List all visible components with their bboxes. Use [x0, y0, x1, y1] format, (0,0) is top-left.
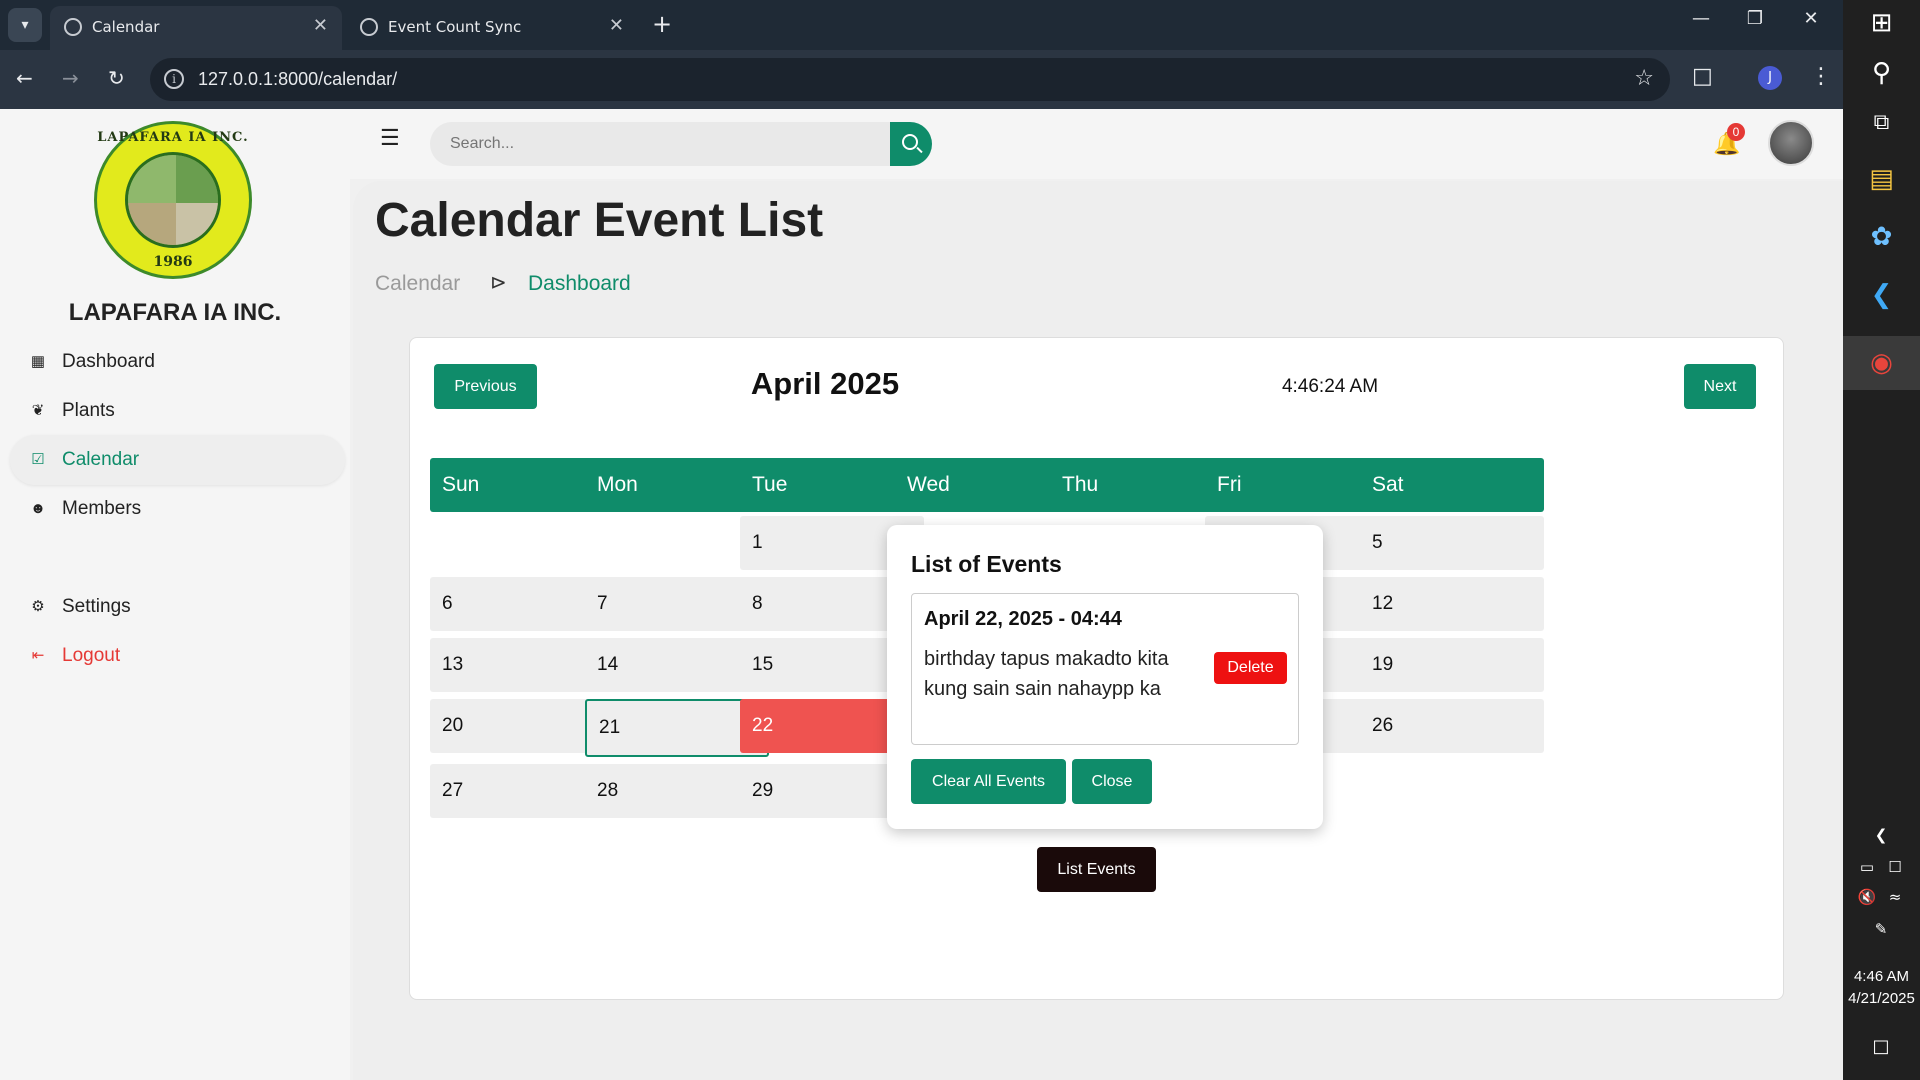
next-month-button[interactable]: Next — [1684, 364, 1756, 409]
close-window-button[interactable]: ✕ — [1786, 8, 1836, 29]
logo-text: LAPAFARA IA INC. — [97, 130, 249, 145]
file-explorer-icon[interactable]: ▤ — [1843, 164, 1920, 194]
calendar-day[interactable]: 26 — [1360, 699, 1544, 753]
menu-dots-icon[interactable]: ⋮ — [1810, 64, 1832, 89]
chevron-left-icon[interactable]: ❮ — [1869, 826, 1893, 844]
event-datetime: April 22, 2025 - 04:44 — [924, 608, 1122, 630]
top-bar: ☰ 🔔 0 — [350, 109, 1843, 179]
start-windows-icon[interactable]: ⊞ — [1843, 8, 1920, 38]
battery-icon[interactable]: ▭ — [1855, 858, 1879, 876]
sidebar-item-calendar[interactable]: ☑ Calendar — [10, 435, 345, 485]
sidebar-item-label: Plants — [62, 400, 115, 421]
calendar-day[interactable]: 12 — [1360, 577, 1544, 631]
search-icon[interactable]: ⚲ — [1843, 58, 1920, 88]
reload-icon[interactable]: ↻ — [108, 66, 125, 90]
tab-title: Calendar — [92, 18, 160, 36]
sidebar-item-members[interactable]: ☻ Members — [10, 484, 345, 534]
browser-toolbar: ← → ↻ i 127.0.0.1:8000/calendar/ ☆ □ J ⋮ — [0, 50, 1843, 109]
sidebar-item-label: Members — [62, 498, 142, 519]
pen-icon[interactable]: ✎ — [1869, 920, 1893, 938]
close-tab-icon[interactable]: ✕ — [609, 15, 624, 36]
tab-event-count-sync[interactable]: Event Count Sync ✕ — [346, 6, 638, 50]
event-description: birthday tapus makadto kita kung sain sa… — [924, 648, 1169, 700]
taskbar-time[interactable]: 4:46 AM — [1843, 968, 1920, 985]
search-button[interactable] — [890, 122, 932, 166]
organization-logo: LAPAFARA IA INC. 1986 — [94, 121, 252, 279]
logout-icon: ⇤ — [31, 647, 45, 664]
task-view-icon[interactable]: ⧉ — [1843, 110, 1920, 135]
wifi-icon[interactable]: ≈ — [1883, 888, 1907, 906]
logo-emblem — [125, 152, 221, 248]
sidebar-item-label: Logout — [62, 645, 121, 666]
copilot-icon[interactable]: ✿ — [1843, 222, 1920, 252]
month-title: April 2025 — [750, 366, 900, 401]
tab-title: Event Count Sync — [388, 18, 522, 36]
address-bar[interactable]: i 127.0.0.1:8000/calendar/ ☆ — [150, 58, 1670, 101]
extensions-icon[interactable]: □ — [1692, 64, 1713, 89]
tab-calendar[interactable]: Calendar ✕ — [50, 6, 342, 50]
breadcrumb-calendar[interactable]: Calendar — [375, 272, 460, 296]
delete-event-button[interactable]: Delete — [1214, 652, 1287, 684]
breadcrumb-separator-icon: ⊳ — [490, 272, 507, 294]
event-item: April 22, 2025 - 04:44 birthday tapus ma… — [911, 593, 1299, 745]
logo-year: 1986 — [153, 254, 193, 270]
web-page: LAPAFARA IA INC. 1986 LAPAFARA IA INC. ▦… — [0, 109, 1843, 1080]
notification-center-icon[interactable]: □ — [1869, 1036, 1893, 1057]
vscode-icon[interactable]: ❮ — [1843, 280, 1920, 310]
modal-title: List of Events — [911, 551, 1062, 577]
live-clock: 4:46:24 AM — [1281, 376, 1379, 397]
list-events-button[interactable]: List Events — [1037, 847, 1156, 892]
browser-tab-bar: ▾ Calendar ✕ Event Count Sync ✕ + — ❐ ✕ — [0, 0, 1843, 50]
page-title: Calendar Event List — [375, 194, 824, 247]
sidebar-item-label: Settings — [62, 596, 131, 617]
search-input[interactable] — [430, 122, 890, 166]
new-tab-button[interactable]: + — [652, 10, 672, 38]
user-avatar[interactable] — [1768, 120, 1814, 166]
forward-icon[interactable]: → — [62, 66, 79, 90]
sidebar-item-label: Dashboard — [62, 351, 155, 372]
calendar-day[interactable]: 5 — [1360, 516, 1544, 570]
globe-icon — [360, 18, 378, 36]
organization-name: LAPAFARA IA INC. — [68, 299, 282, 326]
hamburger-menu-icon[interactable]: ☰ — [380, 125, 400, 151]
device-icon[interactable]: ☐ — [1883, 858, 1907, 876]
bookmark-star-icon[interactable]: ☆ — [1634, 66, 1654, 91]
site-info-icon[interactable]: i — [164, 69, 184, 89]
calendar-check-icon: ☑ — [31, 451, 45, 468]
clear-all-events-button[interactable]: Clear All Events — [911, 759, 1066, 804]
restore-button[interactable]: ❐ — [1730, 8, 1780, 29]
sidebar-item-logout[interactable]: ⇤ Logout — [10, 631, 345, 681]
chrome-icon[interactable]: ◉ — [1843, 336, 1920, 390]
sidebar: LAPAFARA IA INC. 1986 LAPAFARA IA INC. ▦… — [0, 109, 350, 1080]
previous-month-button[interactable]: Previous — [434, 364, 537, 409]
minimize-button[interactable]: — — [1676, 8, 1726, 29]
notification-badge: 0 — [1727, 123, 1745, 141]
close-modal-button[interactable]: Close — [1072, 759, 1152, 804]
url-text: 127.0.0.1:8000/calendar/ — [198, 69, 398, 89]
users-icon: ☻ — [30, 500, 46, 517]
close-tab-icon[interactable]: ✕ — [313, 15, 328, 36]
grid-icon: ▦ — [30, 353, 46, 370]
breadcrumb-dashboard[interactable]: Dashboard — [528, 272, 631, 296]
sidebar-item-plants[interactable]: ❦ Plants — [10, 386, 345, 436]
windows-taskbar: ⊞ ⚲ ⧉ ▤ ✿ ❮ ◉ ❮ ▭ ☐ 🔇 ≈ ✎ 4:46 AM 4/21/2… — [1843, 0, 1920, 1080]
taskbar-date[interactable]: 4/21/2025 — [1843, 990, 1920, 1007]
sidebar-item-dashboard[interactable]: ▦ Dashboard — [10, 337, 345, 387]
sidebar-item-settings[interactable]: ⚙ Settings — [10, 582, 345, 632]
volume-muted-icon[interactable]: 🔇 — [1855, 888, 1879, 906]
tab-search-button[interactable]: ▾ — [8, 8, 42, 42]
globe-icon — [64, 18, 82, 36]
back-icon[interactable]: ← — [16, 66, 33, 90]
leaf-icon: ❦ — [31, 402, 45, 419]
sidebar-item-label: Calendar — [62, 449, 140, 470]
weekday-header: Sat — [1360, 458, 1544, 512]
gear-icon: ⚙ — [31, 598, 45, 615]
profile-avatar[interactable]: J — [1758, 66, 1782, 90]
calendar-day[interactable]: 19 — [1360, 638, 1544, 692]
events-modal: List of Events April 22, 2025 - 04:44 bi… — [887, 525, 1323, 829]
